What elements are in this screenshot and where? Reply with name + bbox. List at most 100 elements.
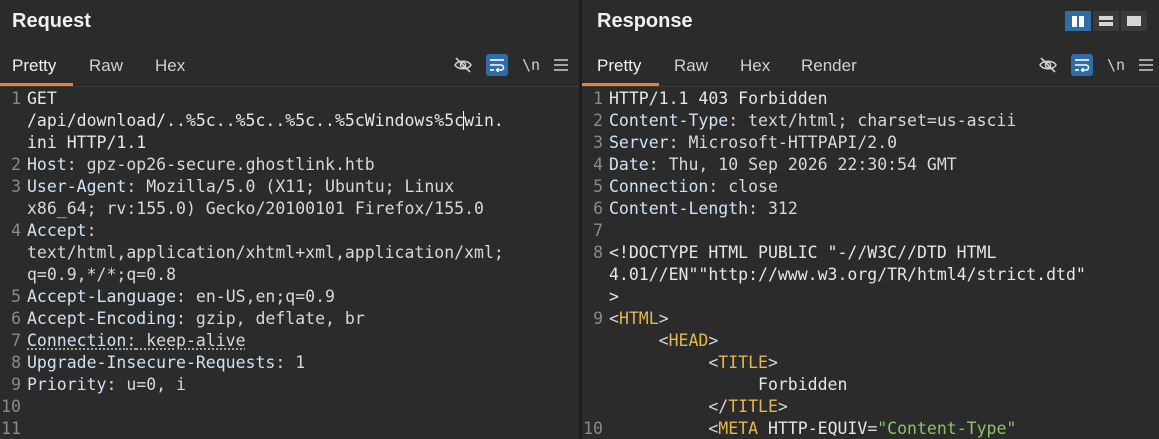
header-value: Mozilla/5.0 (X11; Ubuntu; Linux: [136, 177, 455, 196]
line-text: GET: [27, 89, 57, 108]
code-line: x86_64; rv:155.0) Gecko/20100101 Firefox…: [0, 198, 579, 220]
tab-hex[interactable]: Hex: [740, 56, 770, 76]
split-vertical-icon[interactable]: [1065, 11, 1091, 31]
code-line: q=0.9,*/*;q=0.8: [0, 264, 579, 286]
line-number: 10: [583, 419, 603, 438]
line-text: /api/download/..%5c..%5c..%5c..%5cWindow…: [27, 110, 504, 132]
code-line: >: [582, 286, 1159, 308]
header-value: gzip, deflate, br: [185, 309, 365, 328]
line-text: text/html,application/xhtml+xml,applicat…: [27, 243, 504, 262]
html-attribute: HTTP-EQUIV: [758, 419, 868, 438]
tab-hex[interactable]: Hex: [155, 56, 185, 76]
line-text-segment: win.: [464, 111, 504, 130]
line-number: 4: [593, 155, 603, 174]
code-line: <TITLE>: [582, 352, 1159, 374]
line-number: 7: [593, 221, 603, 240]
line-number: 2: [11, 155, 21, 174]
code-line: 4 Date: Thu, 10 Sep 2026 22:30:54 GMT: [582, 154, 1159, 176]
code-line: 5 Connection: close: [582, 176, 1159, 198]
line-number: [0, 132, 27, 154]
line-number: 1: [11, 89, 21, 108]
code-line: 1 GET: [0, 88, 579, 110]
line-number: [582, 374, 609, 396]
header-name: Content-Length: [609, 199, 749, 218]
html-attribute-value: "Content-Type": [877, 419, 1017, 438]
eye-off-icon[interactable]: [452, 54, 474, 76]
code-line: <HEAD>: [582, 330, 1159, 352]
line-number: 5: [11, 287, 21, 306]
line-number: 3: [593, 133, 603, 152]
line-number: [0, 242, 27, 264]
code-line: 9 <HTML>: [582, 308, 1159, 330]
line-text: x86_64; rv:155.0) Gecko/20100101 Firefox…: [27, 199, 484, 218]
split-horizontal-icon[interactable]: [1093, 11, 1119, 31]
hamburger-menu-icon[interactable]: [550, 54, 572, 76]
wrap-lines-icon[interactable]: [1071, 54, 1093, 76]
header-name: User-Agent: [27, 177, 127, 196]
code-line: 1 HTTP/1.1 403 Forbidden: [582, 88, 1159, 110]
line-number: 9: [11, 375, 21, 394]
request-pane: Request Pretty Raw Hex \n 1 GET /api/down…: [0, 0, 579, 439]
code-line: 3 Server: Microsoft-HTTPAPI/2.0: [582, 132, 1159, 154]
code-line: 9 Priority: u=0, i: [0, 374, 579, 396]
line-number: [582, 264, 609, 286]
response-pane: Response Pretty Raw Hex Render \n 1 HTTP/…: [582, 0, 1159, 439]
line-number: 3: [11, 177, 21, 196]
code-line: 4 Accept:: [0, 220, 579, 242]
code-line: Forbidden: [582, 374, 1159, 396]
code-line: 8 <!DOCTYPE HTML PUBLIC "-//W3C//DTD HTML: [582, 242, 1159, 264]
line-text: HTTP/1.1 403 Forbidden: [609, 89, 828, 108]
line-number: [0, 264, 27, 286]
line-number: 1: [593, 89, 603, 108]
header-name: Accept: [27, 221, 87, 240]
header-value: 312: [758, 199, 798, 218]
newline-toggle[interactable]: \n: [520, 54, 542, 76]
header-name: Connection: [27, 331, 127, 350]
header-value: close: [718, 177, 778, 196]
code-line: 10: [0, 396, 579, 418]
html-tag: HEAD: [668, 331, 709, 350]
header-name: Host: [27, 155, 67, 174]
code-line: 6 Content-Length: 312: [582, 198, 1159, 220]
code-line: 5 Accept-Language: en-US,en;q=0.9: [0, 286, 579, 308]
code-line: </TITLE>: [582, 396, 1159, 418]
line-number: 8: [11, 353, 21, 372]
line-number: 7: [11, 331, 21, 350]
header-value: gpz-op26-secure.ghostlink.htb: [76, 155, 375, 174]
line-number: 5: [593, 177, 603, 196]
response-title: Response: [597, 10, 693, 32]
response-editor[interactable]: 1 HTTP/1.1 403 Forbidden 2 Content-Type: t…: [582, 88, 1159, 439]
code-line: 11: [0, 418, 579, 439]
wrap-lines-icon[interactable]: [486, 54, 508, 76]
header-value: keep-alive: [136, 331, 246, 350]
header-name: Content-Type: [609, 111, 729, 130]
line-number: 10: [1, 397, 21, 416]
request-editor[interactable]: 1 GET /api/download/..%5c..%5c..%5c..%5cW…: [0, 88, 579, 439]
newline-toggle[interactable]: \n: [1105, 54, 1127, 76]
tab-raw[interactable]: Raw: [89, 56, 123, 76]
line-number: 6: [11, 309, 21, 328]
line-number: [582, 286, 609, 308]
layout-switcher: [1065, 11, 1147, 31]
code-line: 8 Upgrade-Insecure-Requests: 1: [0, 352, 579, 374]
line-number: 9: [593, 309, 603, 328]
code-line: text/html,application/xhtml+xml,applicat…: [0, 242, 579, 264]
code-line: 6 Accept-Encoding: gzip, deflate, br: [0, 308, 579, 330]
tabbar-divider: [0, 86, 579, 87]
code-line: 10 <META HTTP-EQUIV="Content-Type": [583, 419, 1017, 438]
header-name: Priority: [27, 375, 107, 394]
tab-render[interactable]: Render: [801, 56, 857, 76]
hamburger-menu-icon[interactable]: [1135, 54, 1157, 76]
request-title: Request: [12, 10, 91, 32]
single-pane-icon[interactable]: [1121, 11, 1147, 31]
tab-raw[interactable]: Raw: [674, 56, 708, 76]
code-line: 2 Host: gpz-op26-secure.ghostlink.htb: [0, 154, 579, 176]
tab-pretty[interactable]: Pretty: [597, 56, 641, 76]
header-value: 1: [285, 353, 306, 372]
tab-pretty[interactable]: Pretty: [12, 56, 56, 76]
line-number: [0, 110, 27, 132]
code-line: 4.01//EN""http://www.w3.org/TR/html4/str…: [582, 264, 1159, 286]
eye-off-icon[interactable]: [1037, 54, 1059, 76]
header-name: Connection: [609, 177, 709, 196]
line-number: [582, 330, 609, 352]
